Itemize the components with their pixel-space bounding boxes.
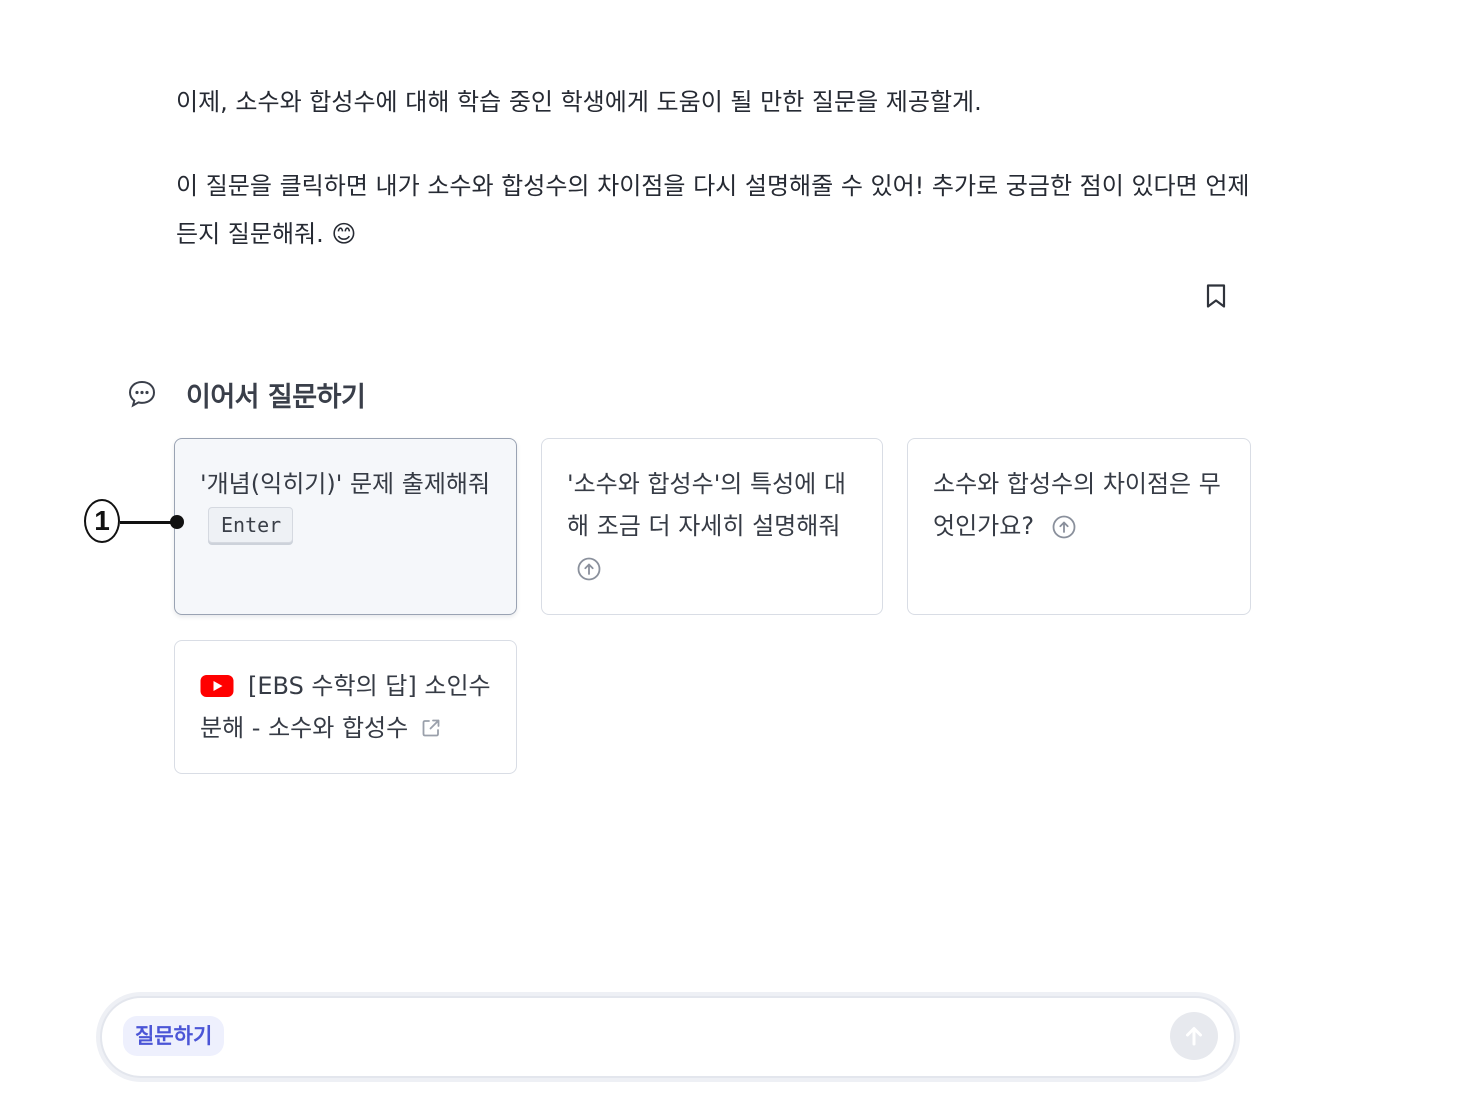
- arrow-up-circle-icon: [577, 557, 601, 581]
- message-paragraph: 이 질문을 클릭하면 내가 소수와 합성수의 차이점을 다시 설명해줄 수 있어…: [176, 172, 1250, 248]
- enter-key-hint: Enter: [208, 507, 294, 543]
- assistant-message: 이제, 소수와 합성수에 대해 학습 중인 학생에게 도움이 될 만한 질문을 …: [176, 78, 1256, 258]
- annotation-number: 1: [84, 499, 120, 543]
- bookmark-icon: [1206, 284, 1226, 308]
- message-paragraph: 이제, 소수와 합성수에 대해 학습 중인 학생에게 도움이 될 만한 질문을 …: [176, 88, 982, 116]
- arrow-up-icon: [1186, 1027, 1202, 1046]
- arrow-up-circle-icon: [1052, 515, 1076, 539]
- send-button[interactable]: [1170, 1012, 1218, 1060]
- annotation-dot: [170, 515, 184, 529]
- ask-mode-chip[interactable]: 질문하기: [123, 1016, 225, 1056]
- annotation-callout: 1: [84, 499, 184, 547]
- youtube-icon: [200, 675, 234, 697]
- external-link-icon: [422, 719, 440, 737]
- followup-header: 이어서 질문하기: [126, 372, 366, 416]
- video-link-card[interactable]: [EBS 수학의 답] 소인수분해 - 소수와 합성수: [174, 640, 517, 774]
- suggestion-card-practice[interactable]: '개념(익히기)' 문제 출제해줘 Enter: [174, 438, 517, 615]
- suggestion-card-difference[interactable]: 소수와 합성수의 차이점은 무엇인가요?: [907, 438, 1251, 615]
- question-input[interactable]: [242, 1018, 1146, 1058]
- question-input-bar: 질문하기: [100, 996, 1236, 1078]
- suggestion-text: '소수와 합성수'의 특성에 대해 조금 더 자세히 설명해줘: [567, 470, 846, 540]
- suggestion-card-properties[interactable]: '소수와 합성수'의 특성에 대해 조금 더 자세히 설명해줘: [541, 438, 883, 615]
- annotation-line: [120, 521, 176, 524]
- suggestion-text: '개념(익히기)' 문제 출제해줘: [200, 470, 491, 498]
- bookmark-button[interactable]: [1202, 281, 1230, 311]
- chat-bubble-icon: [126, 378, 158, 410]
- suggestion-text: 소수와 합성수의 차이점은 무엇인가요?: [933, 470, 1221, 540]
- chat-page: 이제, 소수와 합성수에 대해 학습 중인 학생에게 도움이 될 만한 질문을 …: [0, 0, 1472, 1102]
- video-title: [EBS 수학의 답] 소인수분해 - 소수와 합성수: [200, 672, 491, 742]
- followup-title: 이어서 질문하기: [186, 381, 366, 413]
